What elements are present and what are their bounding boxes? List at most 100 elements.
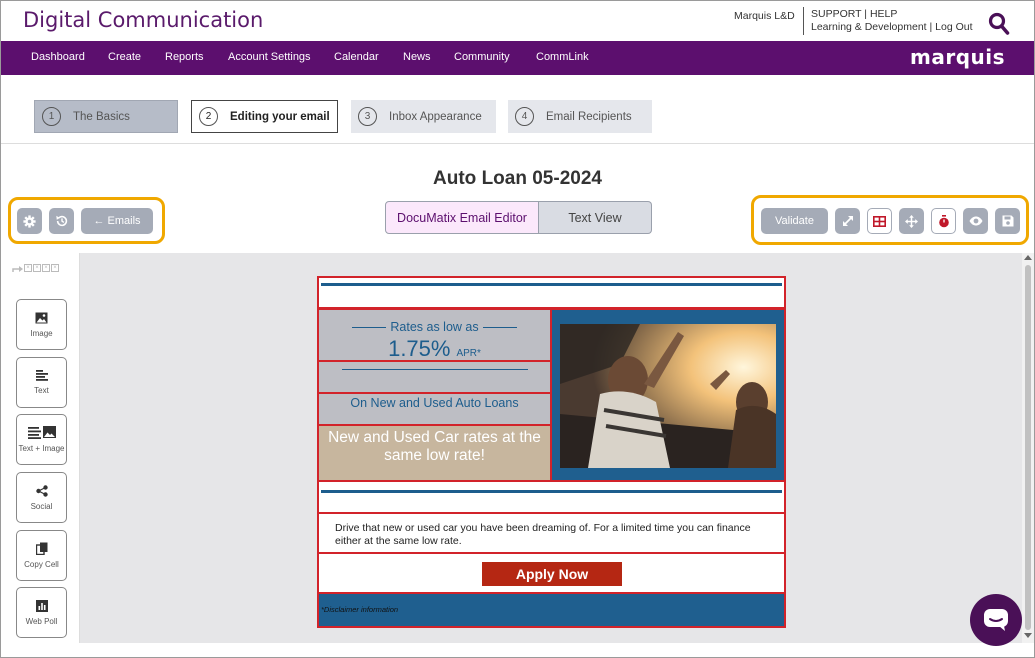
- mini-box-icon[interactable]: ×: [24, 264, 32, 272]
- move-button[interactable]: [899, 208, 924, 234]
- rate-value: 1.75% APR*: [319, 336, 550, 362]
- body-text-cell[interactable]: Drive that new or used car you have been…: [317, 512, 786, 554]
- tab-documatix-editor[interactable]: DocuMatix Email Editor: [385, 201, 539, 234]
- settings-button[interactable]: [17, 208, 42, 234]
- tool-social[interactable]: Social: [16, 472, 67, 523]
- tool-label: Text: [34, 386, 49, 395]
- nav-reports[interactable]: Reports: [165, 51, 204, 63]
- nav-account-settings[interactable]: Account Settings: [228, 51, 311, 63]
- nav-create[interactable]: Create: [108, 51, 141, 63]
- tool-label: Text + Image: [18, 444, 65, 453]
- header-divider: [803, 7, 804, 35]
- step-number: 3: [358, 107, 377, 126]
- nav-news[interactable]: News: [403, 51, 431, 63]
- step-label: Editing your email: [230, 110, 330, 123]
- step-editing-your-email[interactable]: 2 Editing your email: [191, 100, 338, 133]
- mini-box-icon[interactable]: ×: [42, 264, 50, 272]
- chat-bubble-icon: [984, 609, 1008, 631]
- brand-logo: marquis: [910, 45, 1006, 69]
- nav-community[interactable]: Community: [454, 51, 510, 63]
- grid-toggle-button[interactable]: [867, 208, 892, 234]
- history-button[interactable]: [49, 208, 74, 234]
- tool-text[interactable]: Text: [16, 357, 67, 408]
- blue-rule: [321, 490, 782, 493]
- redo-arrow-icon[interactable]: [12, 264, 23, 272]
- nav-dashboard[interactable]: Dashboard: [31, 51, 85, 63]
- mini-box-icon[interactable]: ×: [33, 264, 41, 272]
- timer-icon: [938, 214, 949, 227]
- save-icon: [1002, 215, 1013, 227]
- body-paragraph: Drive that new or used car you have been…: [335, 522, 751, 547]
- text-lines-icon: [35, 370, 48, 381]
- step-email-recipients[interactable]: 4 Email Recipients: [508, 100, 652, 133]
- email-divider-cell[interactable]: [317, 480, 786, 514]
- image-icon: [35, 312, 48, 323]
- user-name[interactable]: Marquis L&D: [734, 10, 795, 22]
- app-window: Digital Communication Marquis L&D SUPPOR…: [0, 0, 1035, 658]
- email-title: Auto Loan 05-2024: [433, 168, 602, 189]
- support-help-links[interactable]: SUPPORT | HELP: [811, 8, 973, 21]
- copy-icon: [35, 542, 47, 555]
- divider: [1, 143, 1034, 144]
- tool-label: Social: [30, 501, 53, 511]
- app-title: Digital Communication: [23, 8, 264, 32]
- tool-copy-cell[interactable]: Copy Cell: [16, 530, 67, 581]
- on-new-used-cell[interactable]: On New and Used Auto Loans: [317, 392, 552, 426]
- tool-image[interactable]: Image: [16, 299, 67, 350]
- mini-box-icon[interactable]: ×: [51, 264, 59, 272]
- expand-button[interactable]: [835, 208, 860, 234]
- sidebar-mini-controls: × × × ×: [12, 264, 59, 272]
- tool-sidebar: × × × × Image Text Text + Image Social C…: [1, 253, 80, 643]
- email-top-cell[interactable]: [317, 276, 786, 309]
- main-nav: Dashboard Create Reports Account Setting…: [1, 41, 1034, 75]
- blue-rule: [321, 283, 782, 286]
- search-icon[interactable]: [988, 12, 1010, 36]
- gear-icon: [23, 214, 36, 228]
- step-label: The Basics: [73, 110, 130, 123]
- couple-car-photo: [560, 324, 776, 468]
- apply-now-button[interactable]: Apply Now: [482, 562, 622, 586]
- blue-rule-thin: [342, 369, 528, 370]
- nav-calendar[interactable]: Calendar: [334, 51, 379, 63]
- rates-cell[interactable]: Rates as low as 1.75% APR*: [317, 308, 552, 362]
- email-canvas: Rates as low as 1.75% APR* On New and Use…: [317, 276, 786, 628]
- header-links: SUPPORT | HELP Learning & Development | …: [811, 8, 973, 34]
- timer-button[interactable]: [931, 208, 956, 234]
- step-number: 2: [199, 107, 218, 126]
- expand-icon: [842, 216, 853, 226]
- tool-label: Copy Cell: [24, 560, 59, 569]
- rates-as-low-as-text: Rates as low as: [390, 320, 479, 334]
- tool-text-image[interactable]: Text + Image: [16, 414, 67, 465]
- new-used-rates-cell[interactable]: New and Used Car rates at the same low r…: [317, 424, 552, 482]
- emails-back-button[interactable]: ← Emails: [81, 208, 153, 234]
- chat-button[interactable]: [970, 594, 1022, 646]
- rates-as-low-as: Rates as low as: [319, 320, 550, 334]
- workspace-scrollbar[interactable]: [1022, 253, 1034, 643]
- cta-cell[interactable]: Apply Now: [317, 552, 786, 594]
- step-label: Email Recipients: [546, 110, 632, 123]
- step-inbox-appearance[interactable]: 3 Inbox Appearance: [351, 100, 496, 133]
- poll-chart-icon: [35, 599, 48, 612]
- history-icon: [55, 215, 67, 227]
- tab-text-view[interactable]: Text View: [539, 201, 652, 234]
- scroll-down-arrow[interactable]: [1024, 633, 1032, 638]
- on-new-used-text: On New and Used Auto Loans: [350, 396, 519, 410]
- photo-cell[interactable]: [550, 308, 786, 482]
- scroll-up-arrow[interactable]: [1024, 255, 1032, 260]
- grid-icon: [873, 215, 886, 227]
- new-used-rates-text: New and Used Car rates at the same low r…: [328, 429, 541, 464]
- account-links[interactable]: Learning & Development | Log Out: [811, 21, 973, 34]
- disclaimer-cell[interactable]: *Disclaimer information: [317, 592, 786, 628]
- preview-button[interactable]: [963, 208, 988, 234]
- tool-web-poll[interactable]: Web Poll: [16, 587, 67, 638]
- step-the-basics[interactable]: 1 The Basics: [34, 100, 178, 133]
- rule-cell[interactable]: [317, 360, 552, 394]
- validate-button[interactable]: Validate: [761, 208, 828, 234]
- nav-commlink[interactable]: CommLink: [536, 51, 589, 63]
- save-button[interactable]: [995, 208, 1020, 234]
- tool-label: Image: [30, 328, 53, 338]
- step-label: Inbox Appearance: [389, 110, 482, 123]
- scroll-thumb[interactable]: [1025, 265, 1031, 630]
- disclaimer-text: *Disclaimer information: [321, 605, 399, 614]
- share-icon: [35, 484, 48, 497]
